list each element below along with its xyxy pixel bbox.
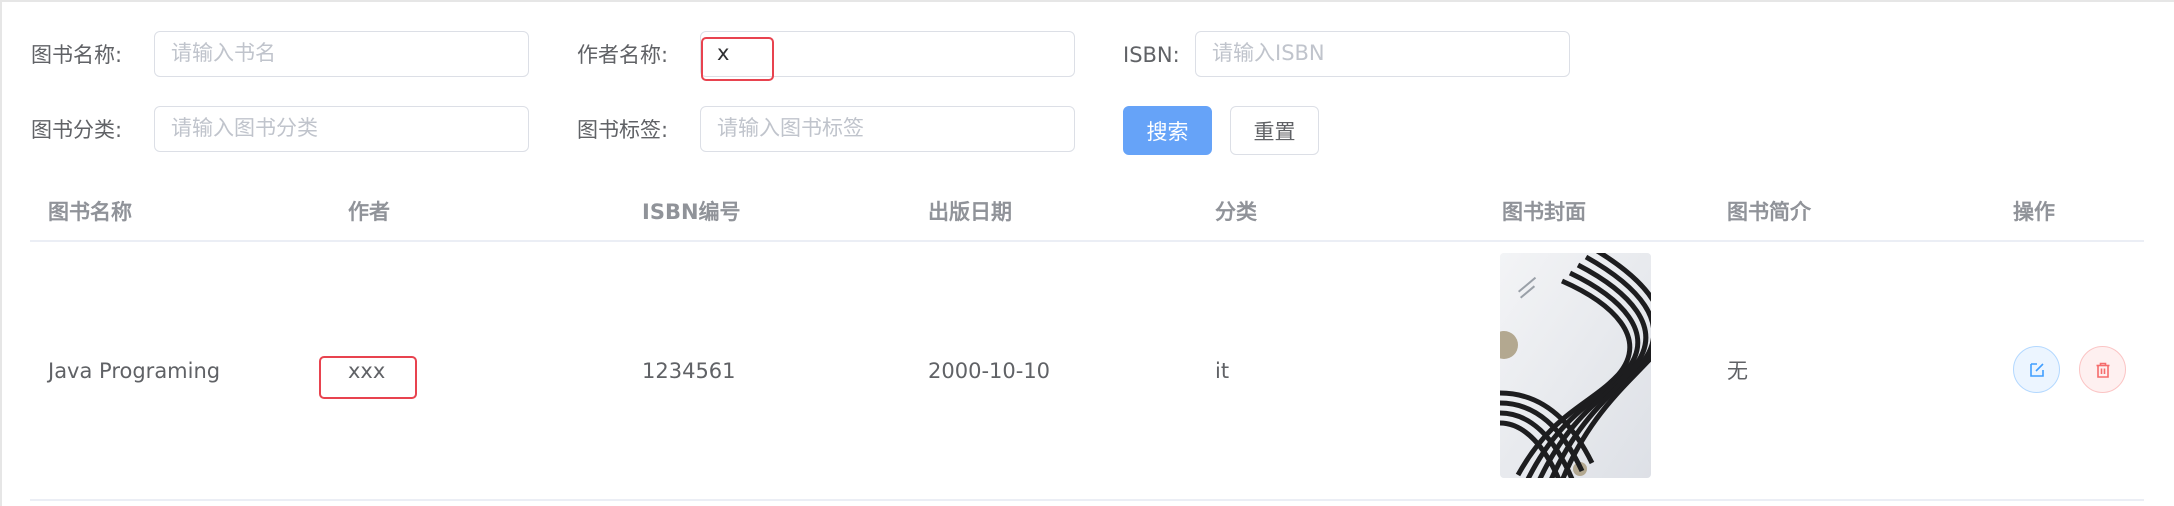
column-header-category: 分类 xyxy=(1215,200,1257,224)
cell-publish-date: 2000-10-10 xyxy=(928,359,1051,383)
column-header-cover: 图书封面 xyxy=(1502,200,1586,224)
category-label: 图书分类: xyxy=(31,118,123,142)
column-header-actions: 操作 xyxy=(2013,200,2055,224)
isbn-label: ISBN: xyxy=(1123,43,1180,67)
tag-input[interactable]: 请输入图书标签 xyxy=(700,106,1075,152)
edit-icon xyxy=(2028,361,2046,379)
column-header-isbn: ISBN编号 xyxy=(642,200,741,224)
book-name-label: 图书名称: xyxy=(31,43,123,67)
column-header-date: 出版日期 xyxy=(928,200,1012,224)
book-cover-image[interactable] xyxy=(1500,253,1651,478)
trash-icon xyxy=(2094,361,2112,379)
category-input[interactable]: 请输入图书分类 xyxy=(154,106,529,152)
cell-isbn: 1234561 xyxy=(642,359,736,383)
author-cell-highlight xyxy=(319,356,417,399)
tag-label: 图书标签: xyxy=(577,118,669,142)
column-header-author: 作者 xyxy=(348,200,390,224)
frame-left-border xyxy=(0,0,2,506)
reset-button[interactable]: 重置 xyxy=(1230,106,1319,155)
author-input-highlight xyxy=(701,37,774,81)
book-name-input[interactable]: 请输入书名 xyxy=(154,31,529,77)
cell-category: it xyxy=(1215,359,1230,383)
cell-book-name: Java Programing xyxy=(48,359,221,383)
edit-button[interactable] xyxy=(2013,346,2060,393)
delete-button[interactable] xyxy=(2079,346,2126,393)
row-divider xyxy=(30,499,2144,501)
column-header-intro: 图书简介 xyxy=(1727,200,1811,224)
isbn-input[interactable]: 请输入ISBN xyxy=(1195,31,1570,77)
search-button[interactable]: 搜索 xyxy=(1123,106,1212,155)
author-label: 作者名称: xyxy=(577,43,669,67)
cell-intro: 无 xyxy=(1727,359,1748,383)
column-header-name: 图书名称 xyxy=(48,200,132,224)
frame-top-border xyxy=(0,0,2174,2)
header-divider xyxy=(30,240,2144,242)
